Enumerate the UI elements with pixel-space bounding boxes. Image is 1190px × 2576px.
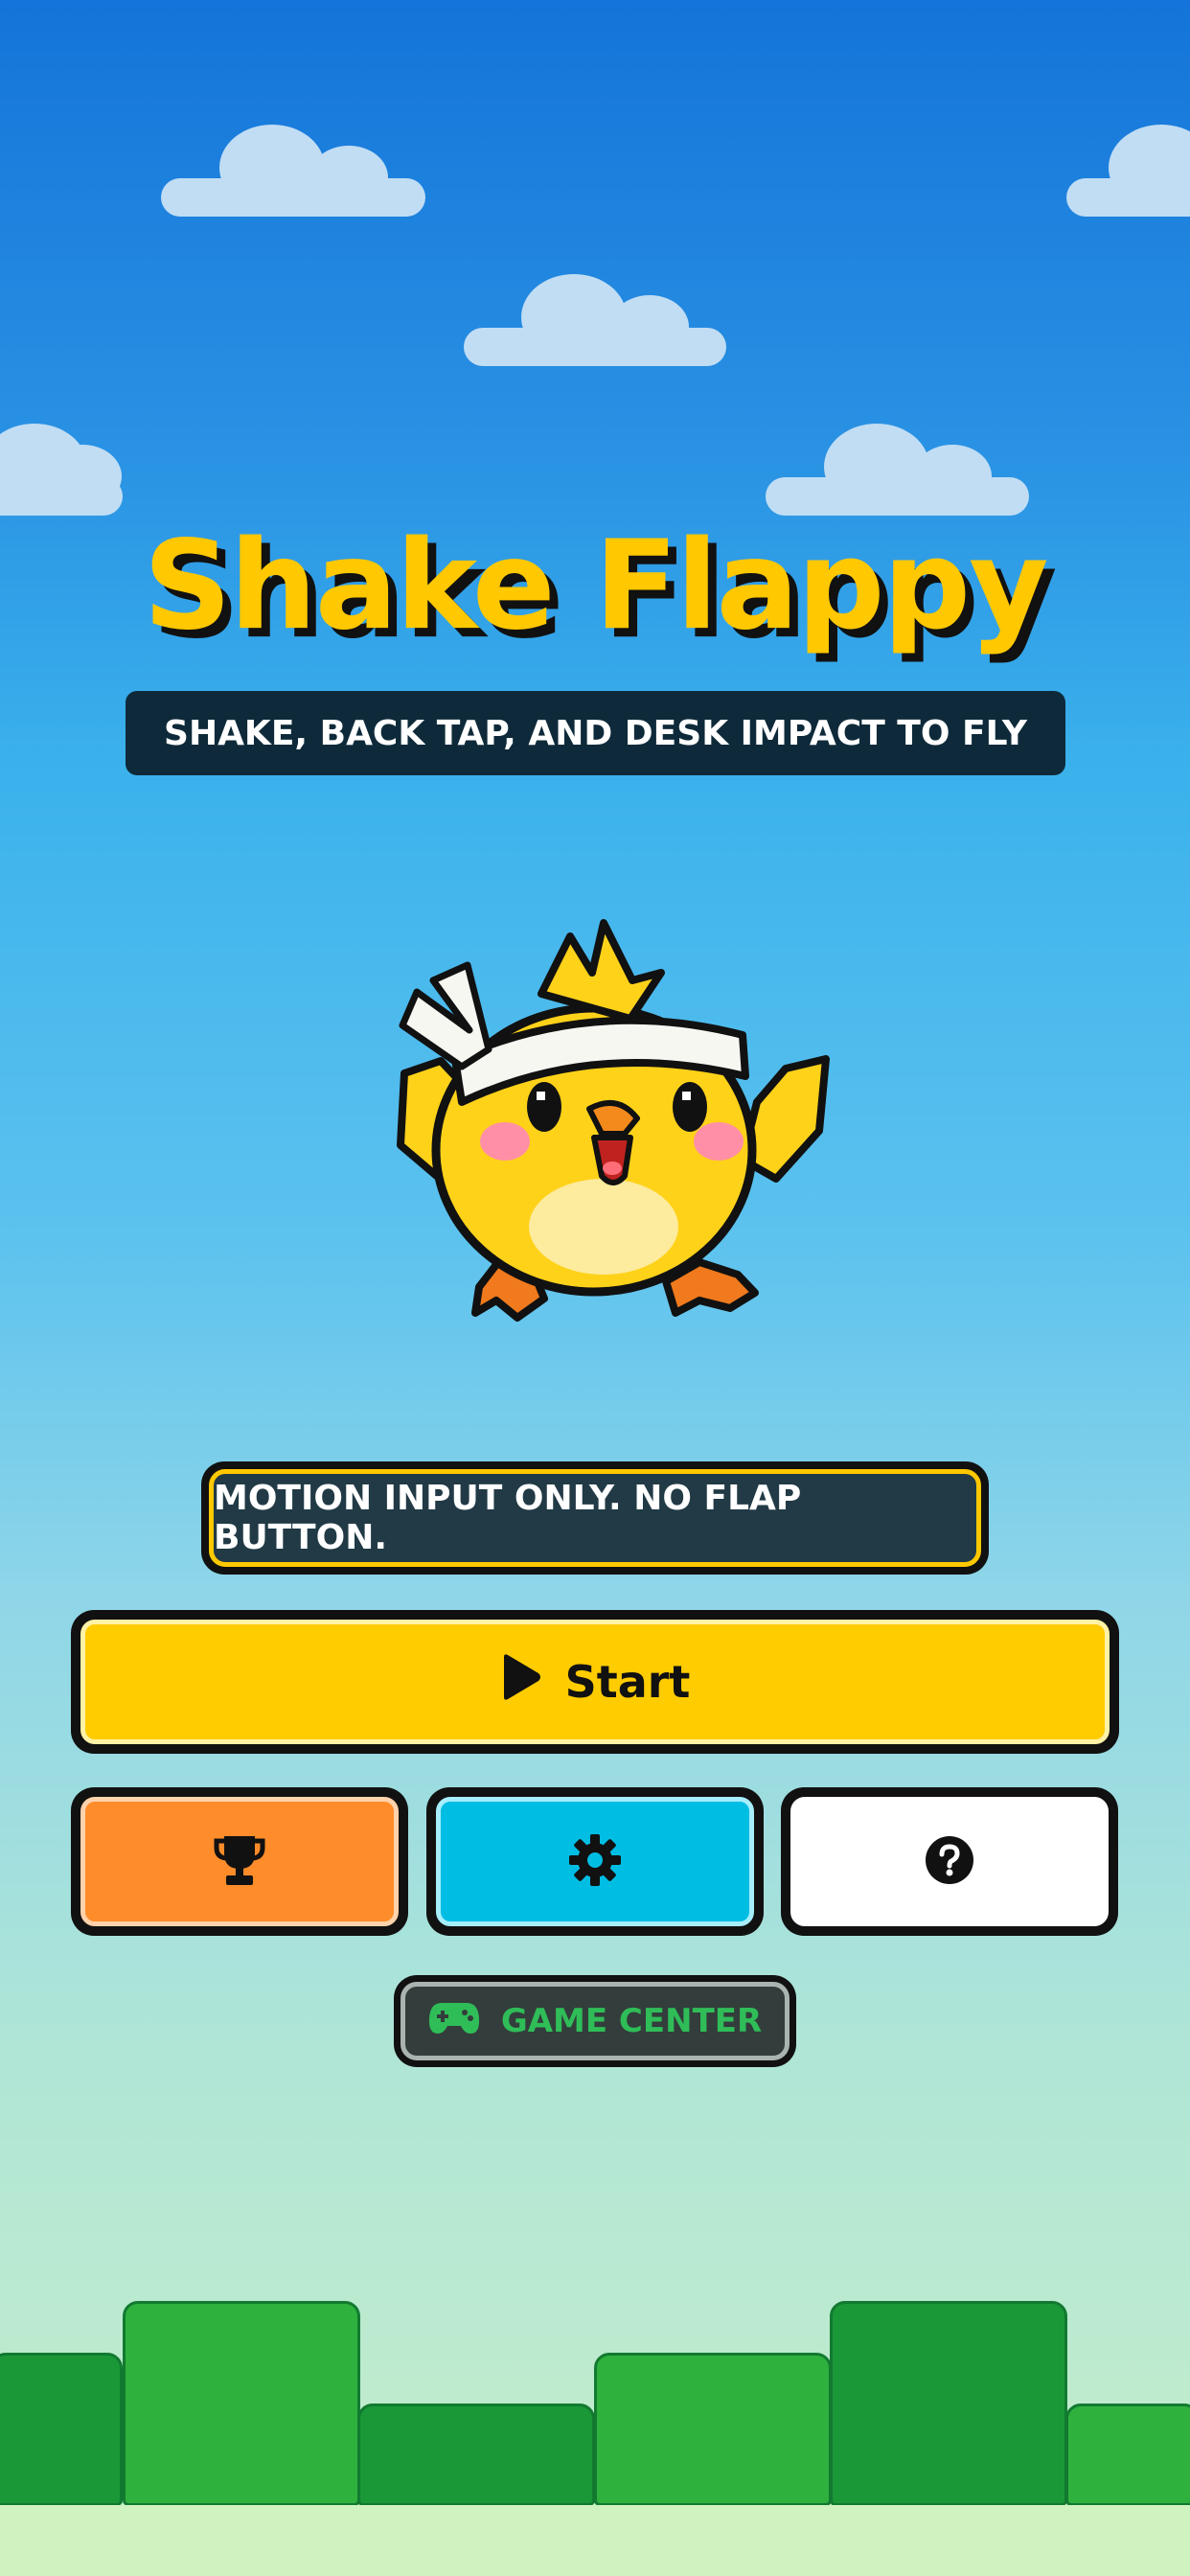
pipe	[123, 2301, 360, 2506]
game-center-button[interactable]: GAME CENTER	[394, 1975, 796, 2067]
cloud	[766, 424, 1029, 516]
leaderboard-button[interactable]	[71, 1787, 408, 1936]
start-button-label: Start	[564, 1656, 691, 1708]
pipe	[0, 2353, 123, 2506]
cloud	[464, 274, 726, 366]
chick-mascot	[374, 906, 834, 1341]
chick-mascot-image	[397, 919, 830, 1322]
game-center-label: GAME CENTER	[500, 2002, 763, 2040]
pipe	[594, 2353, 832, 2506]
cloud	[1066, 125, 1190, 217]
leaderboard-button-face[interactable]	[80, 1797, 399, 1926]
help-button[interactable]	[781, 1787, 1118, 1936]
question-icon	[925, 1835, 974, 1889]
gamepad-icon	[428, 1999, 480, 2044]
help-button-face[interactable]	[790, 1797, 1109, 1926]
settings-button-face[interactable]	[436, 1797, 754, 1926]
settings-button[interactable]	[426, 1787, 764, 1936]
game-center-button-face[interactable]: GAME CENTER	[400, 1982, 790, 2060]
gear-icon	[567, 1832, 623, 1892]
cloud	[161, 125, 425, 217]
ground	[0, 2505, 1190, 2576]
motion-notice: MOTION INPUT ONLY. NO FLAP BUTTON.	[201, 1461, 989, 1575]
start-button[interactable]: Start	[71, 1610, 1119, 1754]
game-title: Shake Flappy	[143, 515, 1048, 657]
start-button-face[interactable]: Start	[80, 1620, 1110, 1744]
pipe	[357, 2404, 595, 2506]
game-scene: Shake Flappy SHAKE, BACK TAP, AND DESK I…	[0, 0, 1190, 2576]
trophy-icon	[213, 1832, 266, 1892]
pipe	[830, 2301, 1067, 2506]
motion-notice-text: MOTION INPUT ONLY. NO FLAP BUTTON.	[209, 1469, 981, 1567]
game-subtitle: SHAKE, BACK TAP, AND DESK IMPACT TO FLY	[126, 691, 1065, 775]
play-icon	[500, 1653, 542, 1712]
pipe	[1065, 2404, 1190, 2506]
cloud	[0, 424, 123, 516]
